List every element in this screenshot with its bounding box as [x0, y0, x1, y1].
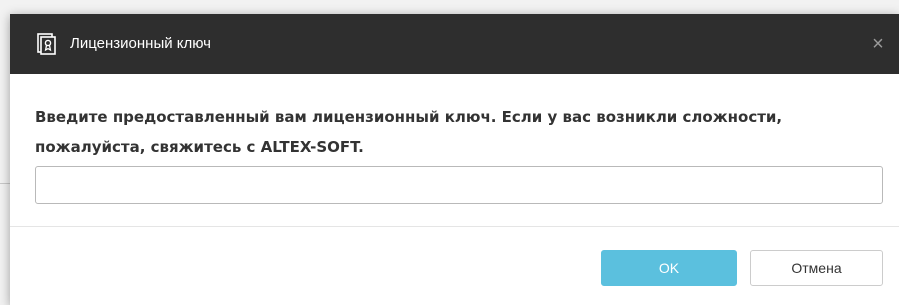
dialog-footer: OK Отмена [10, 227, 899, 305]
dialog-titlebar: Лицензионный ключ × [10, 14, 899, 74]
license-key-input[interactable] [35, 166, 883, 204]
cancel-button[interactable]: Отмена [750, 250, 883, 286]
ok-button[interactable]: OK [601, 250, 737, 286]
close-icon[interactable]: × [865, 31, 891, 57]
dialog-body: Введите предоставленный вам лицензионный… [10, 74, 899, 226]
dialog-title: Лицензионный ключ [70, 35, 211, 52]
license-certificate-icon [36, 33, 58, 55]
license-key-dialog: Лицензионный ключ × Введите предоставлен… [10, 14, 899, 305]
instruction-message: Введите предоставленный вам лицензионный… [35, 108, 783, 156]
